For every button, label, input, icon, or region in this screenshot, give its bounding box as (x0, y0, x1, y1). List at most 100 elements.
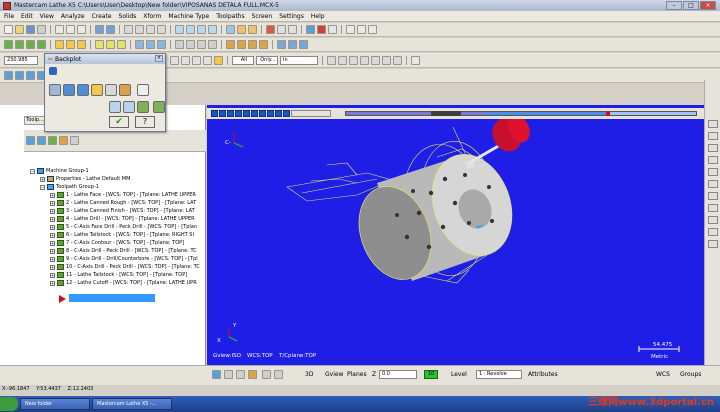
point-style-icon[interactable] (262, 370, 271, 379)
expand-icon[interactable]: + (50, 264, 55, 270)
line-style-icon[interactable] (274, 370, 283, 379)
expand-icon[interactable]: + (40, 176, 45, 182)
solid-icon[interactable] (117, 40, 126, 49)
menu-screen[interactable]: Screen (252, 13, 273, 20)
tree-properties[interactable]: + Properties - Lathe Default MM (40, 175, 130, 183)
z-depth-field[interactable]: 0.0 (379, 370, 417, 379)
expand-icon[interactable]: + (50, 224, 55, 230)
analyze-position-icon[interactable] (708, 216, 718, 224)
rotate-icon[interactable] (368, 25, 377, 34)
cut-icon[interactable] (55, 25, 64, 34)
gview-button[interactable]: Gview (325, 371, 343, 378)
tree-op-11[interactable]: +11 - Lathe Tailstock - [WCS: TOP] - [Tp… (50, 271, 187, 279)
conveyor-icon[interactable] (283, 110, 290, 117)
new-file-icon[interactable] (4, 25, 13, 34)
iso-view-icon[interactable] (208, 25, 217, 34)
array-icon[interactable] (208, 40, 217, 49)
lock-icon[interactable] (382, 55, 391, 65)
analyze-entity-icon[interactable] (708, 120, 718, 128)
lathe-groove-icon[interactable] (259, 40, 268, 49)
options-button[interactable] (109, 101, 121, 113)
select-all-field[interactable]: All (232, 55, 254, 65)
level-button[interactable]: Level (451, 371, 467, 378)
tree-op-10[interactable]: +10 - C-Axis Drill - Peck Drill - [WCS: … (50, 263, 200, 271)
level-color-swatch[interactable]: 10 (424, 370, 438, 379)
wcs-button[interactable]: WCS (656, 371, 670, 378)
wcs-icon[interactable] (4, 71, 13, 80)
expand-icon[interactable]: + (50, 192, 55, 198)
tree-op-8[interactable]: +8 - C-Axis Drill - Peck Drill - [WCS: T… (50, 247, 197, 255)
quick-verify-button[interactable] (137, 101, 149, 113)
select-only-icon[interactable] (288, 40, 297, 49)
menu-file[interactable]: File (4, 13, 14, 20)
maximize-button[interactable]: □ (683, 1, 699, 10)
attributes-button[interactable]: Attributes (528, 371, 558, 378)
tree-op-3[interactable]: +3 - Lathe Canned Finish - [WCS: TOP] - … (50, 207, 195, 215)
tree-machine-group[interactable]: − Machine Group-1 (30, 167, 89, 175)
save-geometry-button[interactable] (123, 101, 135, 113)
surface-icon[interactable] (106, 40, 115, 49)
select-all-icon[interactable] (277, 40, 286, 49)
groups-button[interactable]: Groups (680, 371, 701, 378)
trim-icon[interactable] (77, 40, 86, 49)
menu-solids[interactable]: Solids (119, 13, 137, 20)
analyze-solid-icon[interactable] (708, 240, 718, 248)
polygon-select-icon[interactable] (203, 55, 212, 65)
tree-op-5[interactable]: +5 - C-Axis Face Drill - Peck Drill - [W… (50, 223, 197, 231)
planes-button[interactable]: Planes (347, 371, 367, 378)
step-back-button[interactable] (49, 84, 61, 96)
taskbar-item-folder[interactable]: New folder (20, 398, 90, 410)
undo-icon[interactable] (95, 25, 104, 34)
copy-icon[interactable] (66, 25, 75, 34)
verify-icon[interactable] (299, 40, 308, 49)
filter-ops-icon[interactable] (70, 136, 79, 145)
menu-toolpaths[interactable]: Toolpaths (216, 13, 244, 20)
zoom-out-icon[interactable] (146, 25, 155, 34)
level-select-icon[interactable] (224, 370, 233, 379)
note-icon[interactable] (146, 40, 155, 49)
arc-icon[interactable] (26, 40, 35, 49)
mask-icon[interactable] (170, 55, 179, 65)
spline-icon[interactable] (95, 40, 104, 49)
expand-icon[interactable]: + (50, 280, 55, 286)
tree-op-4[interactable]: +4 - Lathe Drill - [WCS: TOP] - [Tplane:… (50, 215, 195, 223)
rectangle-icon[interactable] (37, 40, 46, 49)
stop-icon[interactable] (317, 25, 326, 34)
delete-icon[interactable] (266, 25, 275, 34)
menu-analyze[interactable]: Analyze (61, 13, 85, 20)
analyze-icon[interactable] (277, 25, 286, 34)
high-speed-icon[interactable] (371, 55, 380, 65)
mode-3d[interactable]: 3D (305, 371, 313, 378)
paste-icon[interactable] (77, 25, 86, 34)
analyze-angle-icon[interactable] (708, 144, 718, 152)
collapse-icon[interactable]: − (30, 168, 35, 174)
menu-xform[interactable]: Xform (143, 13, 161, 20)
print-icon[interactable] (37, 25, 46, 34)
collapse-icon[interactable]: − (40, 184, 45, 190)
tree-op-12[interactable]: +12 - Lathe Cutoff - [WCS: TOP] - [Tplan… (50, 279, 197, 287)
cplane-icon[interactable] (15, 71, 24, 80)
verify-button[interactable] (153, 101, 165, 113)
lathe-finish-icon[interactable] (237, 40, 246, 49)
tree-op-1[interactable]: +1 - Lathe Face - [WCS: TOP] - [Tplane: … (50, 191, 196, 199)
display-holder-button[interactable] (119, 84, 131, 96)
collapse-chevron-icon[interactable] (49, 67, 57, 75)
mirror-icon[interactable] (357, 25, 366, 34)
run-icon[interactable] (211, 110, 218, 117)
backplot-progress-bar[interactable] (345, 111, 697, 116)
expand-icon[interactable]: + (50, 248, 55, 254)
front-view-icon[interactable] (186, 25, 195, 34)
window-select-icon[interactable] (192, 55, 201, 65)
speed-slider[interactable] (291, 110, 331, 117)
lock-ops-icon[interactable] (59, 136, 68, 145)
taskbar-item-mastercam[interactable]: Mastercam Lathe X5 -... (92, 398, 172, 410)
dimension-icon[interactable] (135, 40, 144, 49)
expand-icon[interactable]: + (50, 272, 55, 278)
style-select-icon[interactable] (236, 370, 245, 379)
help-question-button[interactable]: ? (135, 116, 155, 128)
attribute-select-icon[interactable] (248, 370, 257, 379)
side-view-icon[interactable] (197, 25, 206, 34)
globe-icon[interactable] (306, 25, 315, 34)
fit-screen-icon[interactable] (157, 25, 166, 34)
toggle-ops-icon[interactable] (48, 136, 57, 145)
